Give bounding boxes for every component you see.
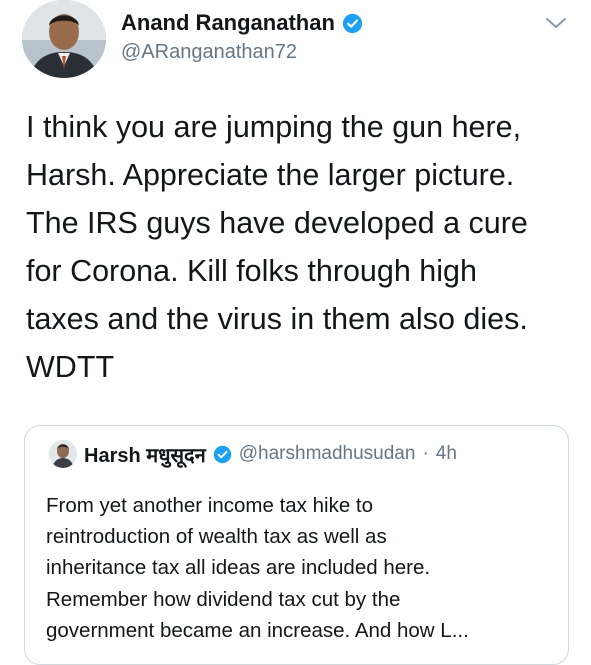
quoted-tweet-line: reintroduction of wealth tax as well as <box>46 525 387 549</box>
quoted-tweet-separator: · <box>422 443 429 464</box>
tweet-menu-button[interactable] <box>543 14 569 32</box>
quoted-author-handle: @harshmadhusudan <box>238 443 416 464</box>
quoted-tweet-line: government became an increase. And how L… <box>46 618 469 642</box>
tweet-text-line: WDTT <box>26 350 115 384</box>
quoted-tweet-line: From yet another income tax hike to <box>46 494 374 517</box>
tweet-text: I think you are jumping the gun here, Ha… <box>26 103 581 391</box>
author-name-row: Anand Ranganathan <box>121 10 363 36</box>
quoted-author-avatar <box>49 440 77 468</box>
quoted-tweet-timestamp: 4h <box>435 443 457 464</box>
author-display-name[interactable]: Anand Ranganathan <box>121 10 335 36</box>
tweet-text-line: taxes and the virus in them also dies. <box>26 302 528 336</box>
quoted-tweet-line: inheritance tax all ideas are included h… <box>46 556 431 580</box>
tweet-text-line: The IRS guys have developed a cure <box>26 206 528 240</box>
tweet-text-line: Harsh. Appreciate the larger picture. <box>26 158 515 192</box>
quoted-author-avatar-image <box>49 440 77 468</box>
quoted-tweet-card[interactable]: Harsh मधुसूदन @harshmadhusudan · 4h From… <box>24 425 569 665</box>
quoted-tweet-line: Remember how dividend tax cut by the <box>46 587 401 611</box>
tweet-text-line: for Corona. Kill folks through high <box>26 254 477 288</box>
chevron-down-icon <box>546 18 566 28</box>
tweet-text-line: I think you are jumping the gun here, <box>26 110 522 144</box>
verified-badge-icon <box>213 445 231 463</box>
quoted-author-name: Harsh मधुसूदन <box>84 444 206 467</box>
quoted-tweet-text: From yet another income tax hike to rein… <box>46 490 561 646</box>
author-avatar[interactable] <box>22 0 106 78</box>
verified-badge-icon <box>342 13 363 33</box>
quoted-tweet-header: Harsh मधुसूदन @harshmadhusudan · 4h <box>49 440 457 468</box>
author-handle[interactable]: @ARanganathan72 <box>121 41 297 64</box>
author-avatar-image <box>22 0 106 78</box>
